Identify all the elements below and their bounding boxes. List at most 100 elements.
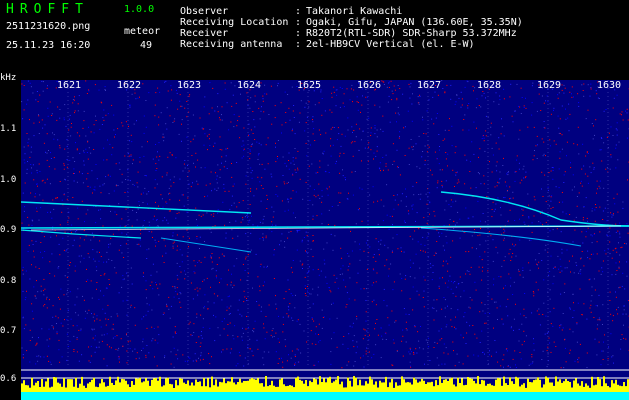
noise-speck — [221, 119, 223, 121]
noise-speck — [318, 129, 320, 131]
noise-speck — [338, 192, 340, 194]
noise-speck — [456, 94, 458, 96]
noise-speck — [548, 205, 550, 207]
noise-speck — [177, 358, 179, 360]
noise-speck — [494, 340, 496, 341]
noise-speck — [491, 147, 493, 149]
noise-speck — [531, 362, 533, 364]
noise-speck — [409, 97, 411, 99]
noise-speck — [561, 270, 563, 272]
noise-speck — [387, 101, 389, 103]
noise-speck — [150, 274, 152, 276]
noise-speck — [80, 330, 82, 332]
noise-speck — [202, 318, 204, 320]
noise-speck — [385, 163, 387, 165]
noise-speck — [359, 259, 361, 261]
noise-speck — [186, 116, 188, 118]
noise-speck — [568, 260, 570, 262]
noise-speck — [624, 288, 626, 290]
noise-speck — [623, 324, 624, 326]
noise-speck — [204, 167, 206, 169]
noise-speck — [464, 183, 466, 185]
noise-speck — [64, 148, 66, 150]
noise-speck — [542, 350, 544, 352]
noise-speck — [100, 275, 102, 276]
noise-speck — [585, 236, 587, 238]
noise-speck — [50, 152, 51, 154]
noise-speck — [312, 303, 314, 305]
noise-speck — [563, 292, 565, 293]
noise-speck — [433, 210, 435, 212]
noise-speck — [466, 159, 468, 161]
noise-speck — [168, 193, 169, 195]
level-bar — [339, 384, 341, 392]
noise-speck — [582, 217, 584, 219]
noise-speck — [110, 316, 112, 318]
noise-speck — [410, 266, 411, 268]
noise-speck — [343, 152, 345, 154]
noise-speck — [83, 230, 85, 232]
noise-speck — [28, 138, 30, 140]
noise-speck — [37, 291, 39, 293]
noise-speck — [72, 157, 74, 159]
noise-speck — [356, 101, 358, 103]
noise-speck — [53, 134, 55, 136]
noise-speck — [237, 309, 239, 311]
noise-speck — [405, 196, 407, 198]
noise-speck — [114, 336, 116, 338]
noise-speck — [375, 238, 377, 240]
noise-speck — [610, 313, 612, 315]
noise-speck — [232, 335, 234, 337]
noise-speck — [222, 201, 224, 203]
level-bar — [97, 387, 99, 392]
noise-speck — [42, 127, 44, 129]
noise-speck — [400, 200, 402, 202]
noise-speck — [136, 352, 138, 354]
noise-speck — [450, 206, 452, 208]
noise-speck — [282, 361, 284, 363]
noise-speck — [536, 135, 538, 137]
noise-speck — [618, 287, 620, 289]
noise-speck — [292, 295, 294, 297]
noise-speck — [317, 294, 319, 296]
noise-speck — [500, 133, 502, 135]
noise-speck — [109, 346, 110, 348]
noise-speck — [411, 208, 413, 210]
noise-speck — [215, 316, 217, 318]
noise-speck — [215, 172, 216, 174]
noise-speck — [457, 309, 459, 311]
noise-speck — [98, 209, 100, 211]
noise-speck — [286, 182, 288, 184]
noise-speck — [366, 330, 368, 332]
noise-speck — [88, 90, 90, 92]
noise-speck — [148, 231, 150, 232]
noise-speck — [312, 218, 314, 220]
noise-speck — [431, 307, 433, 309]
level-bar — [531, 382, 533, 392]
noise-speck — [609, 291, 611, 293]
noise-speck — [391, 251, 393, 253]
noise-speck — [174, 331, 176, 333]
noise-speck — [179, 249, 181, 251]
noise-speck — [249, 348, 251, 350]
noise-speck — [59, 117, 61, 119]
level-bar — [143, 381, 145, 392]
noise-speck — [79, 135, 81, 137]
noise-speck — [472, 216, 474, 218]
noise-speck — [192, 114, 194, 116]
noise-speck — [609, 227, 611, 229]
noise-speck — [404, 222, 406, 223]
noise-speck — [154, 104, 156, 106]
level-bar — [93, 377, 95, 392]
noise-speck — [528, 364, 530, 366]
noise-speck — [543, 302, 545, 304]
noise-speck — [587, 109, 589, 111]
noise-speck — [480, 106, 482, 108]
level-bar — [481, 379, 483, 392]
noise-speck — [614, 203, 616, 205]
noise-speck — [300, 352, 302, 354]
noise-speck — [397, 106, 399, 108]
noise-speck — [498, 137, 500, 139]
noise-speck — [242, 219, 244, 221]
noise-speck — [366, 118, 368, 120]
